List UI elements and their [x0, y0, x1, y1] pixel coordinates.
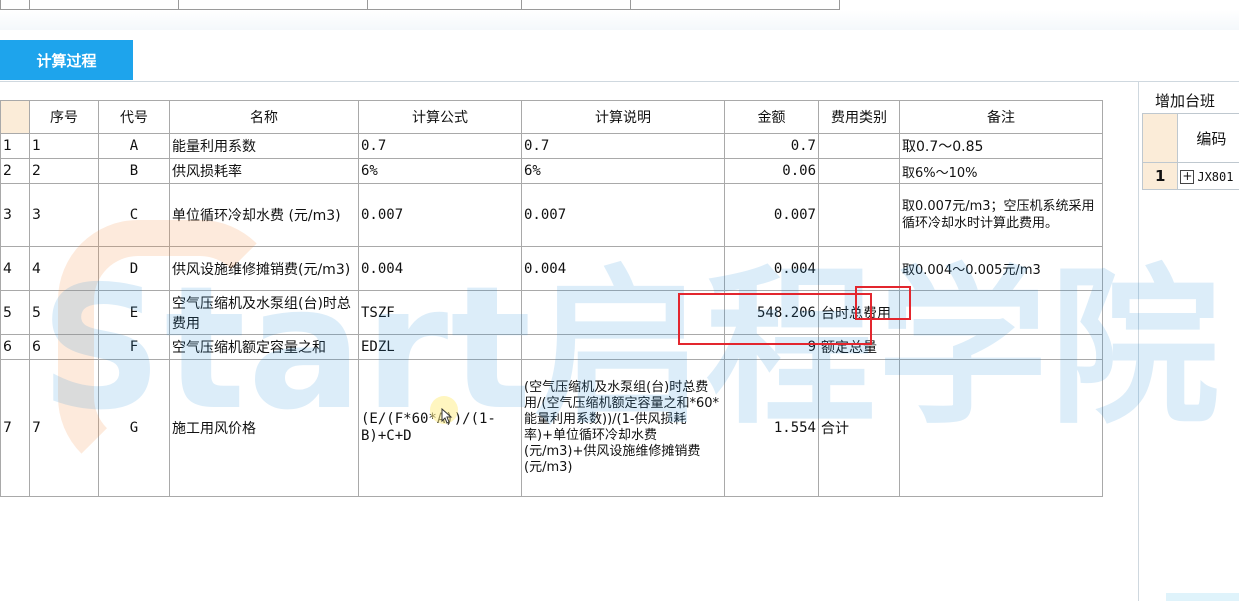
cell-amount[interactable]: 0.06: [724, 158, 819, 184]
table-row[interactable]: 1 + JX801: [1141, 162, 1239, 190]
cell-seq[interactable]: 1: [29, 133, 99, 159]
cell-cost-category[interactable]: [818, 183, 900, 247]
cell-name[interactable]: 空气压缩机额定容量之和: [169, 334, 359, 360]
cell-description[interactable]: (空气压缩机及水泵组(台)时总费用/(空气压缩机额定容量之和*60*能量利用系数…: [521, 359, 725, 497]
cell-name[interactable]: 能量利用系数: [169, 133, 359, 159]
cell-description[interactable]: 0.004: [521, 246, 725, 291]
previous-table-edge: [0, 0, 865, 10]
cell-code[interactable]: C: [98, 183, 170, 247]
table-row[interactable]: 2 2 B 供风损耗率 6% 6% 0.06 取6%～10%: [0, 158, 1103, 184]
cell-formula[interactable]: 0.007: [358, 183, 522, 247]
cell-amount[interactable]: 1.554: [724, 359, 819, 497]
cell-formula[interactable]: TSZF: [358, 290, 522, 335]
cell-code[interactable]: F: [98, 334, 170, 360]
cell-code[interactable]: G: [98, 359, 170, 497]
panel-table-corner[interactable]: [1141, 113, 1179, 163]
row-number[interactable]: 2: [0, 158, 30, 184]
row-number[interactable]: 1: [1141, 162, 1179, 190]
table-row[interactable]: 6 6 F 空气压缩机额定容量之和 EDZL 9 额定总量: [0, 334, 1103, 360]
header-amount[interactable]: 金额: [724, 100, 819, 134]
cell-formula[interactable]: EDZL: [358, 334, 522, 360]
cell-note[interactable]: [899, 290, 1103, 335]
cell-seq[interactable]: 6: [29, 334, 99, 360]
mouse-cursor-icon: [441, 407, 453, 428]
cell-formula[interactable]: 0.004: [358, 246, 522, 291]
cell-amount[interactable]: 0.7: [724, 133, 819, 159]
cell-code[interactable]: B: [98, 158, 170, 184]
add-machine-shift-panel: 增加台班 编码 1 + JX801: [1138, 82, 1239, 601]
expand-plus-icon[interactable]: +: [1180, 169, 1195, 184]
cell-seq[interactable]: 7: [29, 359, 99, 497]
section-divider: [0, 10, 1239, 30]
cell-seq[interactable]: 5: [29, 290, 99, 335]
cell-seq[interactable]: 4: [29, 246, 99, 291]
bottom-scroll-accent: [1166, 593, 1239, 601]
cell-name[interactable]: 施工用风价格: [169, 359, 359, 497]
cell-amount[interactable]: 0.004: [724, 246, 819, 291]
table-row[interactable]: 5 5 E 空气压缩机及水泵组(台)时总费用 TSZF 548.206 台时总费…: [0, 290, 1103, 335]
cell-code[interactable]: A: [98, 133, 170, 159]
header-name[interactable]: 名称: [169, 100, 359, 134]
tab-calculation-process[interactable]: 计算过程: [0, 40, 133, 80]
cell-code[interactable]: E: [98, 290, 170, 335]
row-number[interactable]: 1: [0, 133, 30, 159]
cell-note[interactable]: 取0.004～0.005元/m3: [899, 246, 1103, 291]
cell-description[interactable]: 6%: [521, 158, 725, 184]
cell-code[interactable]: + JX801: [1177, 162, 1239, 190]
header-description[interactable]: 计算说明: [521, 100, 725, 134]
table-header-row: 序号 代号 名称 计算公式 计算说明 金额 费用类别 备注: [0, 100, 1103, 134]
panel-title: 增加台班: [1155, 92, 1216, 110]
cell-note[interactable]: 取0.7～0.85: [899, 133, 1103, 159]
calculation-table-container: 序号 代号 名称 计算公式 计算说明 金额 费用类别 备注 1 1 A 能量利用…: [0, 100, 1103, 497]
header-code[interactable]: 代号: [98, 100, 170, 134]
cell-seq[interactable]: 3: [29, 183, 99, 247]
header-seq[interactable]: 序号: [29, 100, 99, 134]
table-corner[interactable]: [0, 100, 30, 134]
cell-formula[interactable]: (E/(F*60*A))/(1-B)+C+D: [358, 359, 522, 497]
cell-cost-category[interactable]: [818, 246, 900, 291]
cell-name[interactable]: 空气压缩机及水泵组(台)时总费用: [169, 290, 359, 335]
cell-cost-category[interactable]: 合计: [818, 359, 900, 497]
cell-formula[interactable]: 0.7: [358, 133, 522, 159]
row-number[interactable]: 5: [0, 290, 30, 335]
cell-amount[interactable]: 0.007: [724, 183, 819, 247]
cell-formula[interactable]: 6%: [358, 158, 522, 184]
table-row[interactable]: 1 1 A 能量利用系数 0.7 0.7 0.7 取0.7～0.85: [0, 133, 1103, 159]
row-number[interactable]: 6: [0, 334, 30, 360]
highlight-box-amount: [678, 293, 872, 345]
table-row[interactable]: 4 4 D 供风设施维修摊销费(元/m3) 0.004 0.004 0.004 …: [0, 246, 1103, 291]
header-cost-category[interactable]: 费用类别: [818, 100, 900, 134]
table-row[interactable]: 7 7 G 施工用风价格 (E/(F*60*A))/(1-B)+C+D (空气压…: [0, 359, 1103, 497]
header-formula[interactable]: 计算公式: [358, 100, 522, 134]
tab-bar: 计算过程: [0, 40, 1239, 82]
calculation-table: 序号 代号 名称 计算公式 计算说明 金额 费用类别 备注 1 1 A 能量利用…: [0, 100, 1103, 497]
cell-name[interactable]: 供风损耗率: [169, 158, 359, 184]
highlight-box-category: [855, 286, 911, 320]
cell-description[interactable]: 0.7: [521, 133, 725, 159]
cell-note[interactable]: 取6%～10%: [899, 158, 1103, 184]
row-number[interactable]: 7: [0, 359, 30, 497]
cell-note[interactable]: 取0.007元/m3；空压机系统采用循环冷却水时计算此费用。: [899, 183, 1103, 247]
table-row[interactable]: 3 3 C 单位循环冷却水费 (元/m3) 0.007 0.007 0.007 …: [0, 183, 1103, 247]
cell-cost-category[interactable]: [818, 158, 900, 184]
row-number[interactable]: 3: [0, 183, 30, 247]
header-note[interactable]: 备注: [899, 100, 1103, 134]
machine-code: JX801: [1197, 170, 1234, 184]
cell-note[interactable]: [899, 334, 1103, 360]
cell-cost-category[interactable]: [818, 133, 900, 159]
row-number[interactable]: 4: [0, 246, 30, 291]
machine-shift-table: 编码 1 + JX801: [1141, 113, 1239, 190]
cell-name[interactable]: 单位循环冷却水费 (元/m3): [169, 183, 359, 247]
cell-code[interactable]: D: [98, 246, 170, 291]
header-code[interactable]: 编码: [1177, 113, 1239, 163]
cell-note[interactable]: [899, 359, 1103, 497]
cell-name[interactable]: 供风设施维修摊销费(元/m3): [169, 246, 359, 291]
cell-seq[interactable]: 2: [29, 158, 99, 184]
cell-description[interactable]: 0.007: [521, 183, 725, 247]
